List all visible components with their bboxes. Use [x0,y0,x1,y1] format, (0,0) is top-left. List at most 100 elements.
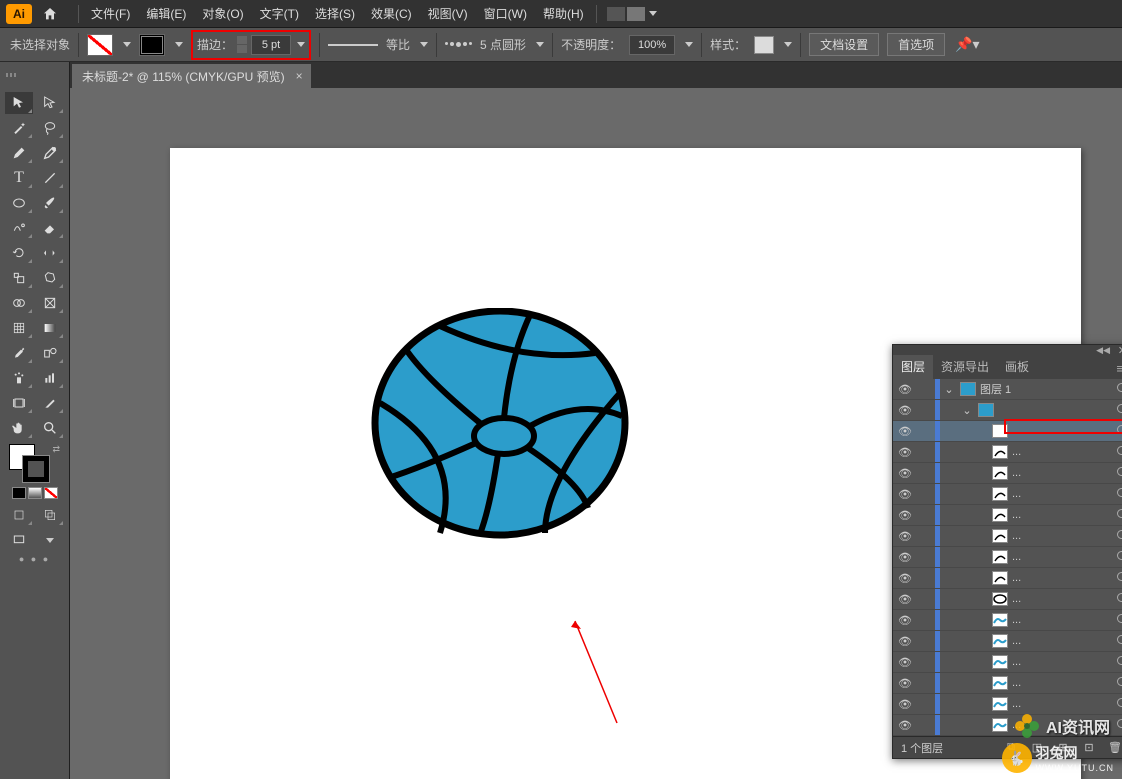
blend-tool[interactable] [36,342,64,364]
ball-artwork[interactable] [370,308,630,548]
visibility-toggle[interactable]: 👁 [893,656,917,669]
fill-swatch[interactable] [87,34,113,56]
close-icon[interactable]: ✕ [1118,344,1122,357]
home-icon[interactable] [40,4,60,24]
stroke-weight-input[interactable]: 5 pt [251,35,291,55]
target-icon[interactable] [1110,467,1122,479]
symbol-sprayer-tool[interactable] [5,367,33,389]
uniform-label[interactable]: 等比 [386,36,410,53]
layer-row-group[interactable]: 👁 ⌄ [893,400,1122,421]
type-tool[interactable]: T [5,167,33,189]
visibility-toggle[interactable]: 👁 [893,593,917,606]
layer-name[interactable]: ... [1012,530,1110,542]
slice-tool[interactable] [36,392,64,414]
direct-selection-tool[interactable] [36,92,64,114]
toolbox-header[interactable] [0,62,70,88]
document-setup-button[interactable]: 文档设置 [809,33,879,56]
panel-drag-bar[interactable]: ◀◀ ✕ [893,345,1122,355]
canvas-area[interactable]: ◀◀ ✕ 图层 资源导出 画板 ≡ 👁 ⌄ 图层 1 [70,88,1122,779]
layer-row-selected[interactable]: 👁 ... [893,421,1122,442]
rotate-tool[interactable] [5,242,33,264]
column-graph-tool[interactable] [36,367,64,389]
artboard-tool[interactable] [5,392,33,414]
target-icon[interactable] [1110,719,1122,731]
menu-object[interactable]: 对象(O) [194,1,251,26]
visibility-toggle[interactable]: 👁 [893,383,917,396]
visibility-toggle[interactable]: 👁 [893,488,917,501]
target-icon[interactable] [1110,446,1122,458]
stroke-color-box[interactable] [23,456,49,482]
target-icon[interactable] [1110,551,1122,563]
layer-row-path[interactable]: 👁... [893,652,1122,673]
menu-window[interactable]: 窗口(W) [476,1,535,26]
layer-name[interactable]: ... [1012,509,1110,521]
draw-mode-behind[interactable] [36,504,64,526]
layer-row-path[interactable]: 👁... [893,505,1122,526]
layer-name[interactable]: ... [1012,551,1110,563]
layer-name[interactable]: ... [1012,572,1110,584]
visibility-toggle[interactable]: 👁 [893,551,917,564]
visibility-toggle[interactable]: 👁 [893,467,917,480]
layer-row-top[interactable]: 👁 ⌄ 图层 1 [893,379,1122,400]
target-icon[interactable] [1110,614,1122,626]
layer-row-path[interactable]: 👁... [893,547,1122,568]
layer-name[interactable]: 图层 1 [980,381,1110,397]
visibility-toggle[interactable]: 👁 [893,446,917,459]
pen-tool[interactable] [5,142,33,164]
layer-name[interactable]: ... [1012,635,1110,647]
draw-mode-normal[interactable] [5,504,33,526]
eyedropper-tool[interactable] [5,342,33,364]
target-icon[interactable] [1110,530,1122,542]
tab-artboards[interactable]: 画板 [997,354,1037,379]
visibility-toggle[interactable]: 👁 [893,425,917,438]
layer-row-path[interactable]: 👁... [893,631,1122,652]
eraser-tool[interactable] [36,217,64,239]
visibility-toggle[interactable]: 👁 [893,719,917,732]
target-icon[interactable] [1110,698,1122,710]
screen-mode-dropdown[interactable] [36,529,64,551]
free-transform-tool[interactable] [36,267,64,289]
magic-wand-tool[interactable] [5,117,33,139]
menu-view[interactable]: 视图(V) [420,1,476,26]
layer-name[interactable]: ... [1012,614,1110,626]
layer-name[interactable]: ... [1012,488,1110,500]
reflect-tool[interactable] [36,242,64,264]
mesh-tool[interactable] [5,317,33,339]
layer-name[interactable]: ... [1012,467,1110,479]
perspective-tool[interactable] [36,292,64,314]
target-icon[interactable] [1110,383,1122,395]
target-icon[interactable] [1110,656,1122,668]
layer-name[interactable]: ... [1012,656,1110,668]
tab-asset-export[interactable]: 资源导出 [933,354,997,379]
close-icon[interactable]: × [296,69,303,83]
swap-fill-stroke-icon[interactable]: ⇄ [52,444,60,455]
layer-row-path[interactable]: 👁... [893,589,1122,610]
layer-row-path[interactable]: 👁... [893,568,1122,589]
fill-dropdown[interactable] [123,42,131,47]
screen-mode[interactable] [5,529,33,551]
target-icon[interactable] [1110,404,1122,416]
color-mode-none[interactable] [44,487,58,499]
layer-row-path[interactable]: 👁... [893,442,1122,463]
opacity-dropdown[interactable] [685,42,693,47]
layer-name[interactable]: ... [1012,425,1110,437]
fill-stroke-indicator[interactable]: ⇄ [5,442,64,484]
expand-toggle[interactable]: ⌄ [942,383,956,396]
stroke-swatch[interactable] [139,34,165,56]
menu-type[interactable]: 文字(T) [252,1,307,26]
brush-dropdown[interactable] [536,42,544,47]
target-icon[interactable] [1110,509,1122,521]
layer-name[interactable]: ... [1012,593,1110,605]
tab-layers[interactable]: 图层 [893,354,933,379]
layer-row-path[interactable]: 👁... [893,484,1122,505]
brush-label[interactable]: 5 点圆形 [480,36,526,53]
color-mode-solid[interactable] [12,487,26,499]
target-icon[interactable] [1110,635,1122,647]
target-icon[interactable] [1110,488,1122,500]
panel-menu-icon[interactable]: ≡ [1116,361,1122,376]
shaper-tool[interactable] [5,217,33,239]
layer-name[interactable]: ... [1012,698,1110,710]
hand-tool[interactable] [5,417,33,439]
visibility-toggle[interactable]: 👁 [893,509,917,522]
pin-icon[interactable]: 📌▾ [955,36,979,53]
